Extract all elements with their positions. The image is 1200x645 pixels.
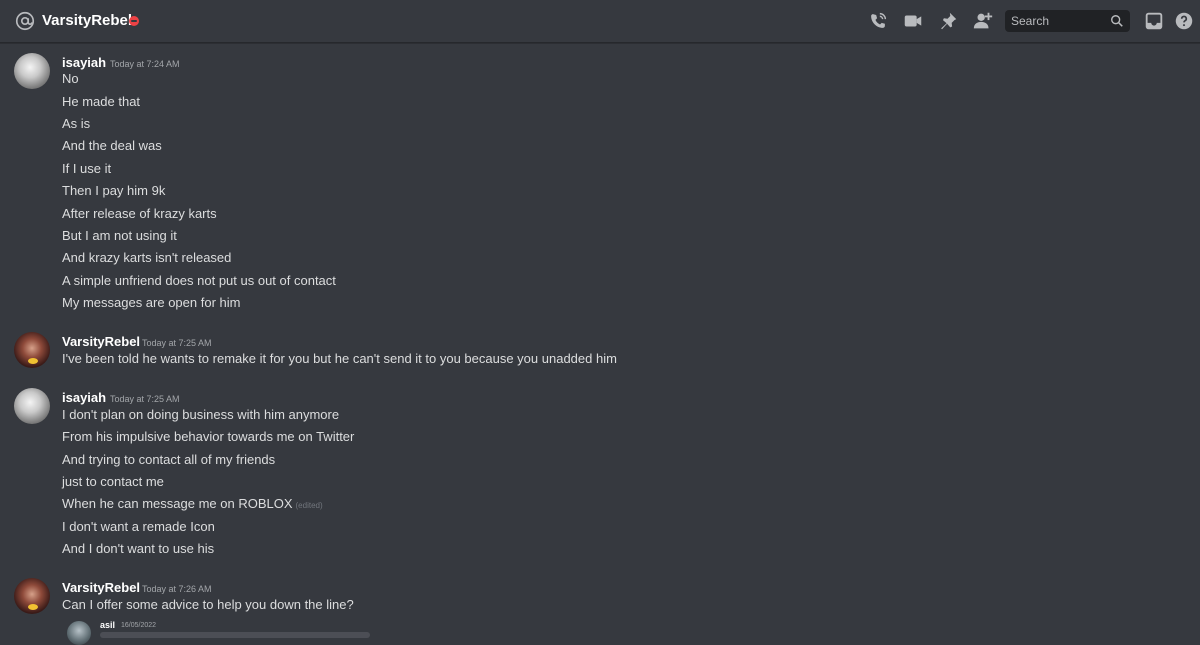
help-icon[interactable]: [1173, 10, 1195, 32]
search-icon: [1111, 15, 1123, 27]
at-icon: [15, 11, 35, 31]
channel-header: VarsityRebel Search: [0, 0, 1200, 43]
message-text: From his impulsive behavior towards me o…: [62, 429, 355, 444]
message-text: Can I offer some advice to help you down…: [62, 597, 354, 612]
message-author[interactable]: isayiah: [62, 55, 106, 71]
message-text: I don't want a remade Icon: [62, 519, 215, 534]
message-text: I don't plan on doing business with him …: [62, 407, 340, 422]
message-text: And I don't want to use his: [62, 541, 215, 556]
message-timestamp: Today at 7:24 AM: [110, 59, 180, 69]
avatar[interactable]: [14, 53, 50, 89]
channel-title: VarsityRebel: [42, 12, 133, 29]
message-timestamp: Today at 7:26 AM: [142, 584, 212, 594]
search-input[interactable]: Search: [1005, 10, 1130, 32]
message-text: My messages are open for him: [62, 295, 241, 310]
message-text-content: When he can message me on ROBLOX: [62, 496, 293, 511]
pinned-messages-icon[interactable]: [937, 10, 959, 32]
reply-timestamp: 16/05/2022: [121, 622, 157, 629]
message-text: And krazy karts isn't released: [62, 250, 232, 265]
message-text: But I am not using it: [62, 228, 177, 243]
dnd-status-icon: [129, 16, 139, 26]
message-text: If I use it: [62, 161, 112, 176]
reply-author[interactable]: asil: [100, 620, 115, 630]
message-text: After release of krazy karts: [62, 206, 217, 221]
message-text: just to contact me: [62, 474, 164, 489]
message-timestamp: Today at 7:25 AM: [142, 338, 212, 348]
add-friends-to-dm-icon[interactable]: [972, 10, 994, 32]
message-text: He made that: [62, 94, 141, 109]
message-text: As is: [62, 116, 91, 131]
avatar[interactable]: [14, 578, 50, 614]
message-text: And the deal was: [62, 138, 162, 153]
message-text: When he can message me on ROBLOX (edited): [62, 496, 323, 514]
message-author[interactable]: VarsityRebel: [62, 334, 140, 350]
message-text: No: [62, 71, 79, 86]
message-text: A simple unfriend does not put us out of…: [62, 273, 336, 288]
edited-label: (edited): [295, 501, 323, 510]
reply-text-blurred: [100, 632, 370, 638]
voice-call-icon[interactable]: [867, 10, 889, 32]
message-author[interactable]: VarsityRebel: [62, 580, 140, 596]
reply-avatar[interactable]: [67, 621, 91, 645]
message-author[interactable]: isayiah: [62, 390, 106, 406]
message-text: Then I pay him 9k: [62, 183, 166, 198]
message-text: I've been told he wants to remake it for…: [62, 351, 617, 366]
message-text: And trying to contact all of my friends: [62, 452, 276, 467]
message-timestamp: Today at 7:25 AM: [110, 394, 180, 404]
search-placeholder: Search: [1011, 14, 1050, 28]
avatar[interactable]: [14, 388, 50, 424]
video-call-icon[interactable]: [902, 10, 924, 32]
avatar[interactable]: [14, 332, 50, 368]
inbox-icon[interactable]: [1143, 10, 1165, 32]
